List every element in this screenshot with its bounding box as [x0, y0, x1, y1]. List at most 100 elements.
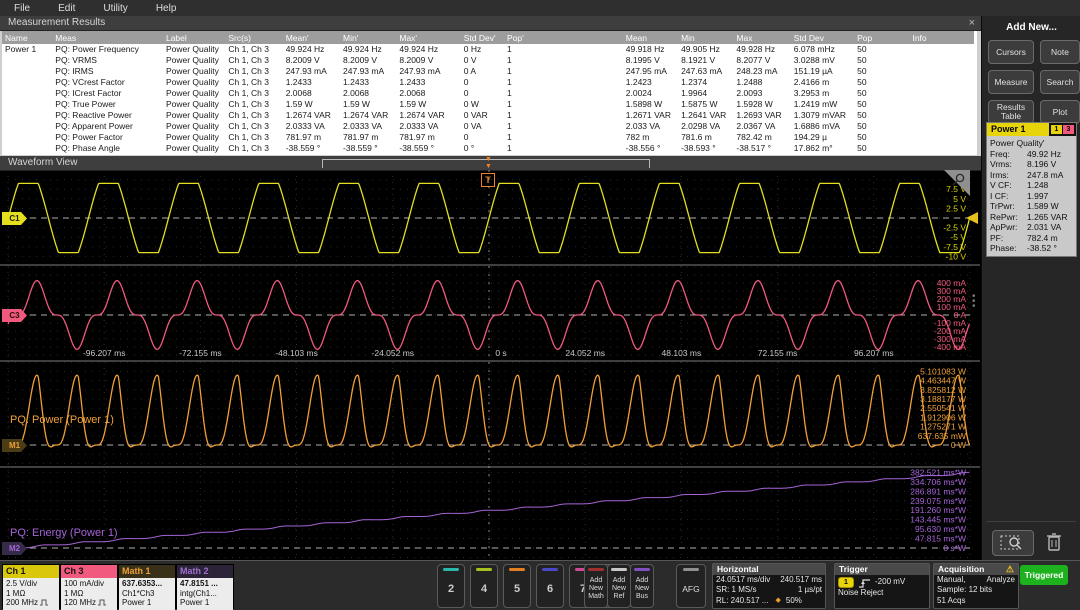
measurement-cell: 1.2419 mW — [790, 99, 855, 110]
measurement-cell: 1.2433 — [340, 77, 397, 88]
measurement-cell: 8.2009 V — [396, 55, 461, 66]
add-new-math-button[interactable]: Add New Math — [584, 564, 608, 608]
readout-row: I CF: 1.997 — [990, 190, 1049, 201]
channel-badge-ch1[interactable]: Ch 1 2.5 V/div 1 MΩ 200 MHz — [2, 564, 60, 610]
measurement-cell: 1.2423 — [622, 77, 679, 88]
measurement-results-panel: Measurement Results × Name Meas Label Src(s… — [0, 16, 982, 156]
horizontal-panel[interactable]: Horizontal 24.0517 ms/div 240.517 ms SR: … — [712, 563, 826, 609]
channel-badge-math2[interactable]: Math 2 47.8151 ... intg(Ch1... Power 1 — [176, 564, 234, 610]
add-new-results-table-button[interactable]: Results Table — [988, 100, 1034, 124]
readout-row: Freq: 49.92 Hz — [990, 148, 1062, 159]
measurement-row[interactable]: PQ: VRMS Power Quality Ch 1, Ch 3 8.2009 V8… — [2, 55, 974, 66]
menu-edit[interactable]: Edit — [44, 1, 89, 16]
add-new-note-button[interactable]: Note — [1040, 40, 1080, 64]
power1-badge-name: Power 1 — [987, 123, 1049, 136]
svg-text:-96.207 ms: -96.207 ms — [83, 348, 126, 358]
menu-utility[interactable]: Utility — [89, 1, 141, 16]
measurement-cell: 1.2674 VAR — [282, 110, 341, 121]
measurement-row[interactable]: PQ: VCrest Factor Power Quality Ch 1, Ch 3… — [2, 77, 974, 88]
add-new-cursors-button[interactable]: Cursors — [988, 40, 1034, 64]
add-new-search-button[interactable]: Search — [1040, 70, 1080, 94]
trigger-panel[interactable]: Trigger 1 -200 mV Noise Reject — [834, 563, 930, 609]
channel-badge-math1[interactable]: Math 1 637.6353... Ch1*Ch3 Power 1 — [118, 564, 176, 610]
waveform-canvas[interactable]: 7.5 V5 V2.5 V-2.5 V-5 V-7.5 V-10 V400 mA… — [0, 170, 980, 558]
channel-2-button[interactable]: 2 — [437, 564, 465, 608]
measurement-cell: 1.9964 — [678, 88, 734, 99]
measurement-row[interactable]: PQ: ICrest Factor Power Quality Ch 1, Ch 3… — [2, 88, 974, 99]
trigger-level: -200 mV — [875, 577, 906, 587]
measurement-cell: 0 W — [460, 99, 505, 110]
svg-text:5 V: 5 V — [953, 194, 966, 204]
waveform-view-panel: Waveform View ▼ ▼ T 7.5 V5 V 2.5 V -2.5 V-… — [0, 156, 981, 560]
measurement-cell: 1 — [504, 77, 623, 88]
measurement-cell: Ch 1, Ch 3 — [225, 143, 283, 154]
trigger-position-icon[interactable]: ▼ — [485, 156, 492, 163]
measurement-row[interactable]: PQ: Phase Angle Power Quality Ch 1, Ch 3 -3… — [2, 143, 974, 154]
measurement-cell: 247.93 mA — [396, 66, 461, 77]
measurement-cell: 2.0333 VA — [282, 121, 341, 132]
measurement-cell: PQ: True Power — [52, 99, 163, 110]
svg-text:-7.5 V: -7.5 V — [943, 242, 966, 252]
measurement-cell: PQ: Apparent Power — [52, 121, 163, 132]
channel-badge-ch3[interactable]: Ch 3 100 mA/div 1 MΩ 120 MHz — [60, 564, 118, 610]
column-header: Info — [909, 31, 974, 44]
measurement-cell: 2.033 VA — [622, 121, 679, 132]
measurement-cell: 49.918 Hz — [622, 44, 679, 55]
measurement-cell: 6.078 mHz — [790, 44, 855, 55]
measurement-cell: 151.19 µA — [790, 66, 855, 77]
add-new-bus-button[interactable]: Add New Bus — [630, 564, 654, 608]
power1-results-badge[interactable]: Power 1 13 Power Quality' Freq: 49.92 Hz V… — [986, 122, 1077, 257]
measurement-row[interactable]: PQ: Apparent Power Power Quality Ch 1, Ch … — [2, 121, 974, 132]
measurement-row[interactable]: PQ: True Power Power Quality Ch 1, Ch 3 1.5… — [2, 99, 974, 110]
measurement-row[interactable]: PQ: Power Factor Power Quality Ch 1, Ch 37… — [2, 132, 974, 143]
acq-count: 51 Acqs — [937, 595, 966, 605]
channel-4-button[interactable]: 4 — [470, 564, 498, 608]
measurement-cell: 248.23 mA — [733, 66, 791, 77]
measurement-row[interactable]: Power 1 PQ: Power Frequency Power Quality C… — [2, 44, 974, 55]
add-new-plot-button[interactable]: Plot — [1040, 100, 1080, 124]
measurement-cell: 247.93 mA — [340, 66, 397, 77]
measurement-cell — [909, 110, 974, 121]
measurement-results-titlebar[interactable]: Measurement Results × — [0, 16, 981, 31]
channel-6-button[interactable]: 6 — [536, 564, 564, 608]
measurement-cell — [909, 88, 974, 99]
measurement-cell: 50 — [854, 132, 910, 143]
add-new-title: Add New... — [1006, 22, 1057, 33]
measurement-cell: 2.0068 — [340, 88, 397, 99]
close-icon[interactable]: × — [969, 16, 975, 30]
measurement-row[interactable]: PQ: Reactive Power Power Quality Ch 1, Ch … — [2, 110, 974, 121]
zoom-box-icon — [1000, 535, 1022, 550]
measurement-cell: Ch 1, Ch 3 — [225, 77, 283, 88]
menu-file[interactable]: File — [0, 1, 44, 16]
channel-5-button[interactable]: 5 — [503, 564, 531, 608]
measurement-cell: 1.2433 — [282, 77, 341, 88]
trash-icon — [1047, 533, 1061, 551]
horizontal-title: Horizontal — [717, 564, 759, 574]
svg-text:-24.052 ms: -24.052 ms — [372, 348, 415, 358]
measurement-row[interactable]: PQ: IRMS Power Quality Ch 1, Ch 3 247.93 mA… — [2, 66, 974, 77]
expansion-point-icon[interactable]: ▼ — [485, 163, 492, 170]
measurement-cell: Ch 1, Ch 3 — [225, 110, 283, 121]
measurement-cell: Ch 1, Ch 3 — [225, 132, 283, 143]
zoom-mode-button[interactable] — [992, 530, 1034, 556]
measurement-cell: 2.0093 — [733, 88, 791, 99]
measurement-cell: 1 — [504, 55, 623, 66]
menu-help[interactable]: Help — [142, 1, 191, 16]
measurement-table[interactable]: Name Meas Label Src(s) Mean' Min' Max' Std Dev'… — [2, 31, 977, 155]
column-header: Src(s) — [225, 31, 283, 44]
measurement-cell — [909, 99, 974, 110]
measurement-cell: 1.59 W — [340, 99, 397, 110]
measurement-cell: 2.0367 VA — [733, 121, 791, 132]
add-new-measure-button[interactable]: Measure — [988, 70, 1034, 94]
svg-text:0 s*W: 0 s*W — [943, 543, 966, 553]
add-new-ref-button[interactable]: Add New Ref — [607, 564, 631, 608]
measurement-cell: 782.42 m — [733, 132, 791, 143]
measurement-cell: 49.924 Hz — [340, 44, 397, 55]
measurement-cell — [2, 121, 53, 132]
panel-drag-handle[interactable]: • • • — [972, 292, 976, 312]
acquisition-panel[interactable]: Acquisition ⚠ Manual, Analyze Sample: 12 b… — [933, 563, 1019, 609]
trash-button[interactable] — [1044, 531, 1064, 553]
measurement-cell — [2, 77, 53, 88]
column-header: Std Dev' — [460, 31, 505, 44]
afg-button[interactable]: AFG — [676, 564, 706, 608]
